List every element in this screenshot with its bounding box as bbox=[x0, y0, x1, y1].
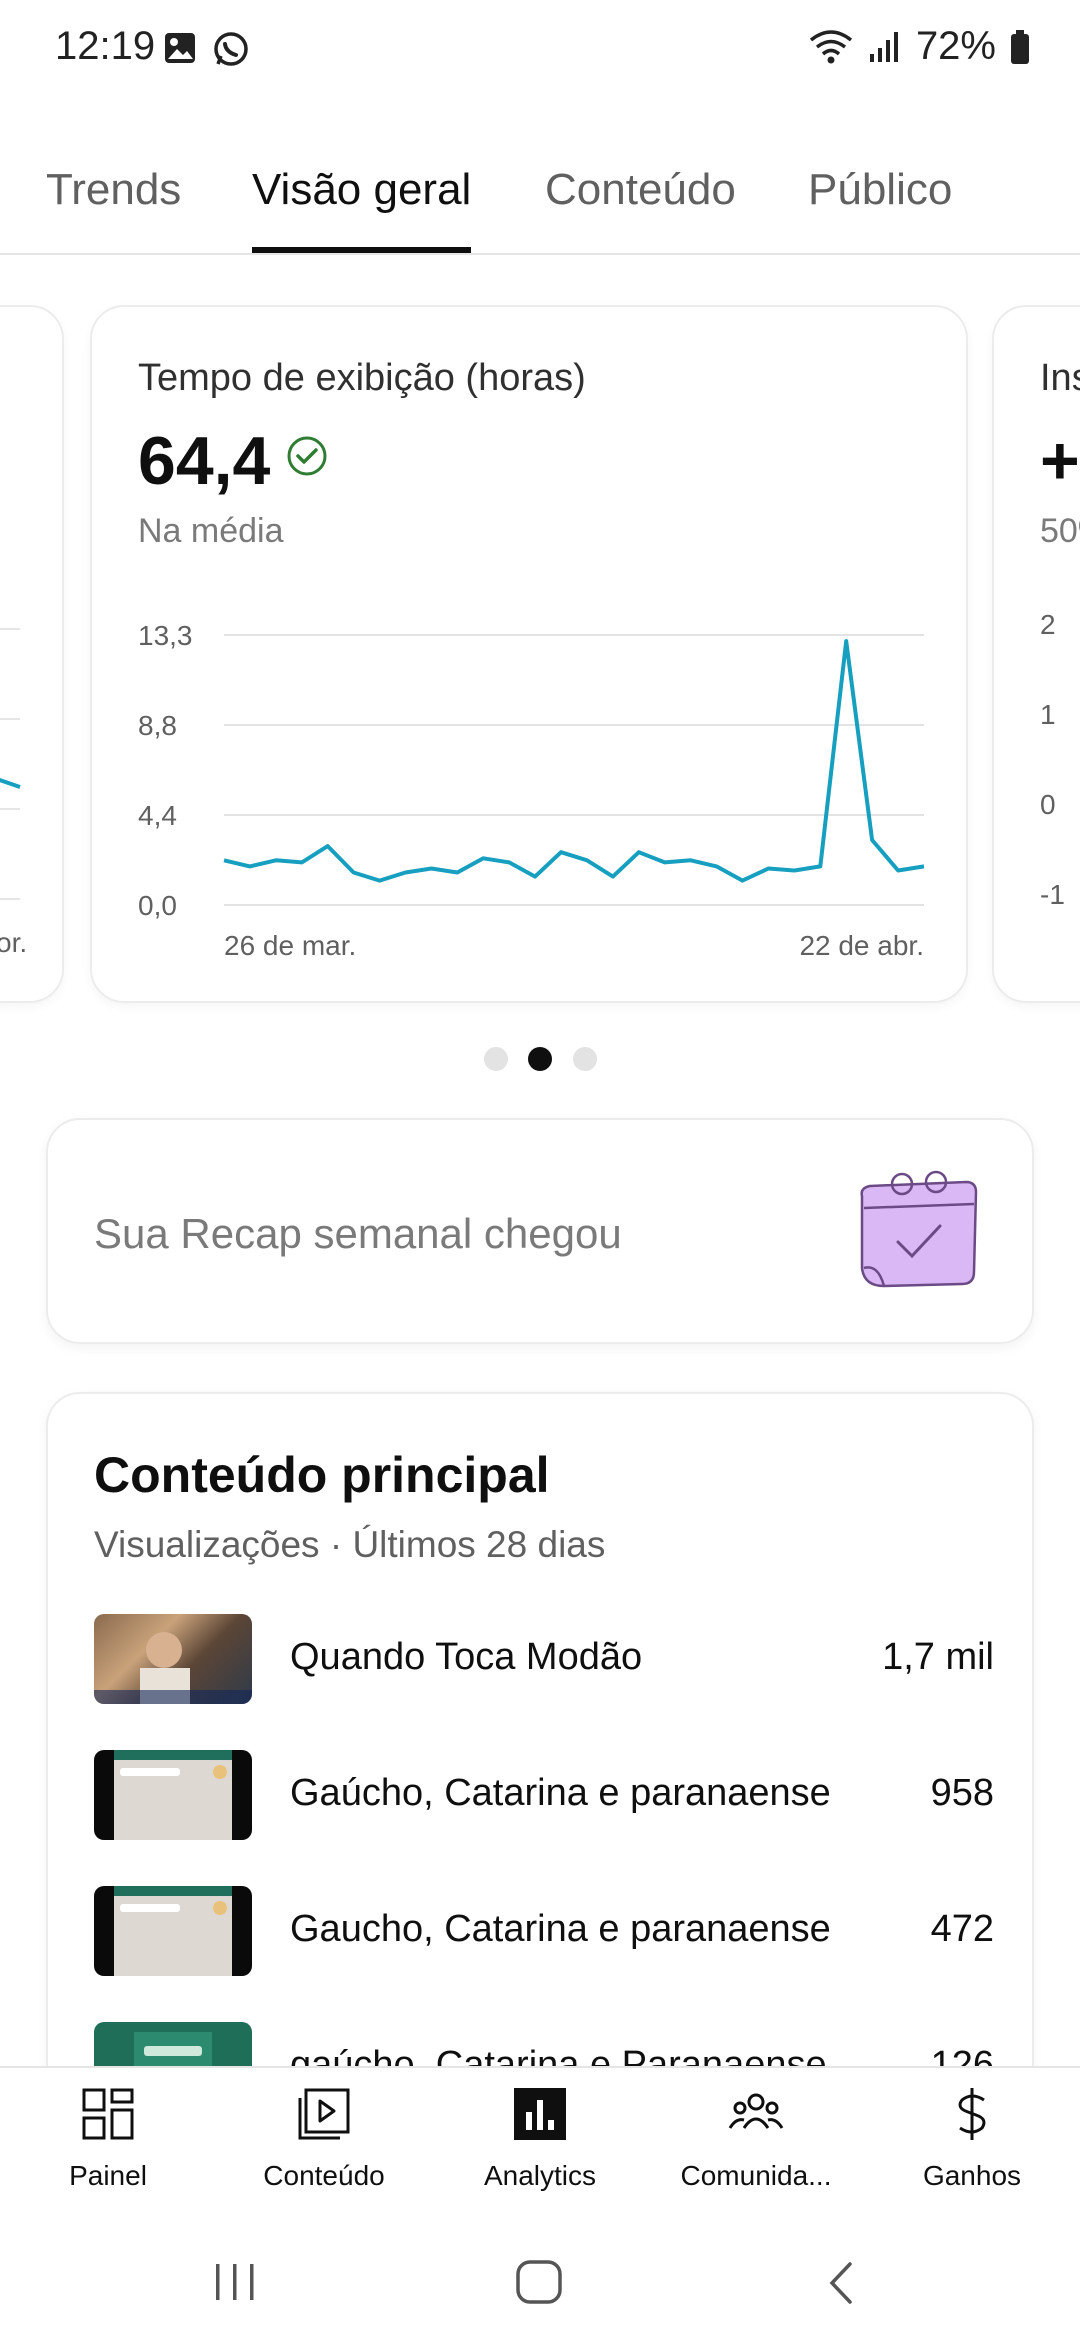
nav-label: Ganhos bbox=[922, 2160, 1022, 2191]
content-row-views: 1,7 mil bbox=[882, 1636, 994, 1678]
previous-chart-fragment bbox=[0, 628, 21, 900]
analytics-icon bbox=[514, 2088, 566, 2140]
chart-x-tick-label: 26 de mar. bbox=[224, 930, 356, 961]
content-icon bbox=[298, 2088, 350, 2140]
video-thumbnail bbox=[94, 1614, 252, 1704]
metric-value: 64,4 bbox=[138, 423, 271, 499]
content-row[interactable]: Gaúcho, Catarina e paranaense 958 bbox=[94, 1750, 994, 1842]
bottom-navigation: Painel Conteúdo Analytics Comunida... Ga… bbox=[0, 2066, 1080, 2216]
system-navigation-bar bbox=[0, 2216, 1080, 2340]
video-thumbnail bbox=[94, 1750, 252, 1840]
chart-series-line bbox=[223, 639, 925, 883]
nav-label: Comunida... bbox=[680, 2160, 832, 2191]
nav-community[interactable]: Comunida... bbox=[656, 2086, 856, 2192]
notification-icons bbox=[162, 30, 250, 68]
dashboard-icon bbox=[82, 2088, 134, 2140]
chart-y-tick-label: 13,3 bbox=[138, 620, 193, 651]
nav-analytics[interactable]: Analytics bbox=[440, 2086, 640, 2192]
next-metric-value: +3 bbox=[1040, 423, 1080, 499]
gallery-notification-icon bbox=[165, 33, 195, 63]
previous-chart-tick: or. bbox=[0, 927, 28, 958]
chart-x-tick-label: 22 de abr. bbox=[799, 930, 924, 961]
battery-icon bbox=[1011, 29, 1029, 64]
chart-y-tick-label: 0,0 bbox=[138, 890, 177, 921]
pager-dot[interactable] bbox=[573, 1047, 597, 1071]
metric-card-next[interactable]: Ins +3 50% 2 1 0 -1 bbox=[992, 305, 1080, 1003]
analytics-tabs: Trends Visão geral Conteúdo Público bbox=[0, 155, 1080, 255]
next-metric-subtitle: 50% bbox=[1040, 512, 1080, 550]
content-row-title: Quando Toca Modão bbox=[290, 1636, 643, 1678]
signal-icon bbox=[869, 31, 898, 62]
content-row-title: Gaucho, Catarina e paranaense bbox=[290, 1908, 831, 1950]
top-content-card: Conteúdo principal Visualizações · Últim… bbox=[46, 1392, 1034, 2152]
tab-audience[interactable]: Público bbox=[808, 165, 952, 253]
next-metric-title: Ins bbox=[1040, 357, 1080, 399]
tab-trends[interactable]: Trends bbox=[46, 165, 181, 253]
metric-title: Tempo de exibição (horas) bbox=[138, 357, 586, 399]
metric-subtitle: Na média bbox=[138, 512, 284, 550]
home-icon[interactable] bbox=[514, 2258, 564, 2306]
nav-label: Painel bbox=[69, 2160, 147, 2191]
nav-earnings[interactable]: Ganhos bbox=[872, 2086, 1072, 2192]
nav-dashboard[interactable]: Painel bbox=[8, 2086, 208, 2192]
next-ytick: 0 bbox=[1040, 789, 1056, 820]
status-time: 12:19 bbox=[55, 24, 156, 68]
next-ytick: -1 bbox=[1040, 879, 1065, 910]
recap-text: Sua Recap semanal chegou bbox=[94, 1210, 622, 1257]
nav-label: Conteúdo bbox=[263, 2160, 385, 2191]
carousel-pager bbox=[0, 1047, 1080, 1073]
pager-dot[interactable] bbox=[484, 1047, 508, 1071]
wifi-icon bbox=[809, 29, 853, 63]
content-row[interactable]: Quando Toca Modão 1,7 mil bbox=[94, 1614, 994, 1706]
next-ytick: 1 bbox=[1040, 699, 1056, 730]
metric-card-watch-time[interactable]: Tempo de exibição (horas) 64,4 Na média … bbox=[90, 305, 968, 1003]
chart-y-tick-label: 8,8 bbox=[138, 710, 177, 741]
video-thumbnail bbox=[94, 1886, 252, 1976]
whatsapp-notification-icon bbox=[214, 32, 248, 66]
recent-apps-icon[interactable] bbox=[212, 2262, 258, 2302]
battery-percentage: 72% bbox=[915, 24, 996, 68]
top-content-subtitle: Visualizações · Últimos 28 dias bbox=[94, 1524, 606, 1565]
content-row[interactable]: Gaucho, Catarina e paranaense 472 bbox=[94, 1886, 994, 1978]
weekly-recap-card[interactable]: Sua Recap semanal chegou bbox=[46, 1118, 1034, 1344]
metric-card-previous[interactable]: or. bbox=[0, 305, 64, 1003]
watch-time-line-chart: 13,3 8,8 4,4 0,0 26 de mar. 22 de abr. bbox=[138, 620, 925, 961]
pager-dot-active[interactable] bbox=[528, 1047, 552, 1071]
status-bar: 12:19 72% bbox=[0, 0, 1080, 100]
calendar-check-icon bbox=[860, 1170, 978, 1288]
nav-label: Analytics bbox=[483, 2160, 597, 2191]
content-row-title: Gaúcho, Catarina e paranaense bbox=[290, 1772, 831, 1814]
top-content-title: Conteúdo principal bbox=[94, 1447, 550, 1503]
back-icon[interactable] bbox=[824, 2260, 858, 2306]
check-circle-icon bbox=[287, 436, 327, 476]
tab-content[interactable]: Conteúdo bbox=[545, 165, 736, 253]
next-ytick: 2 bbox=[1040, 609, 1056, 640]
content-row-views: 472 bbox=[930, 1908, 994, 1950]
nav-content[interactable]: Conteúdo bbox=[224, 2086, 424, 2192]
dollar-icon bbox=[958, 2088, 986, 2140]
chart-y-tick-label: 4,4 bbox=[138, 800, 177, 831]
community-icon bbox=[728, 2093, 784, 2129]
content-row-views: 958 bbox=[930, 1772, 994, 1814]
tab-overview[interactable]: Visão geral bbox=[252, 165, 472, 253]
